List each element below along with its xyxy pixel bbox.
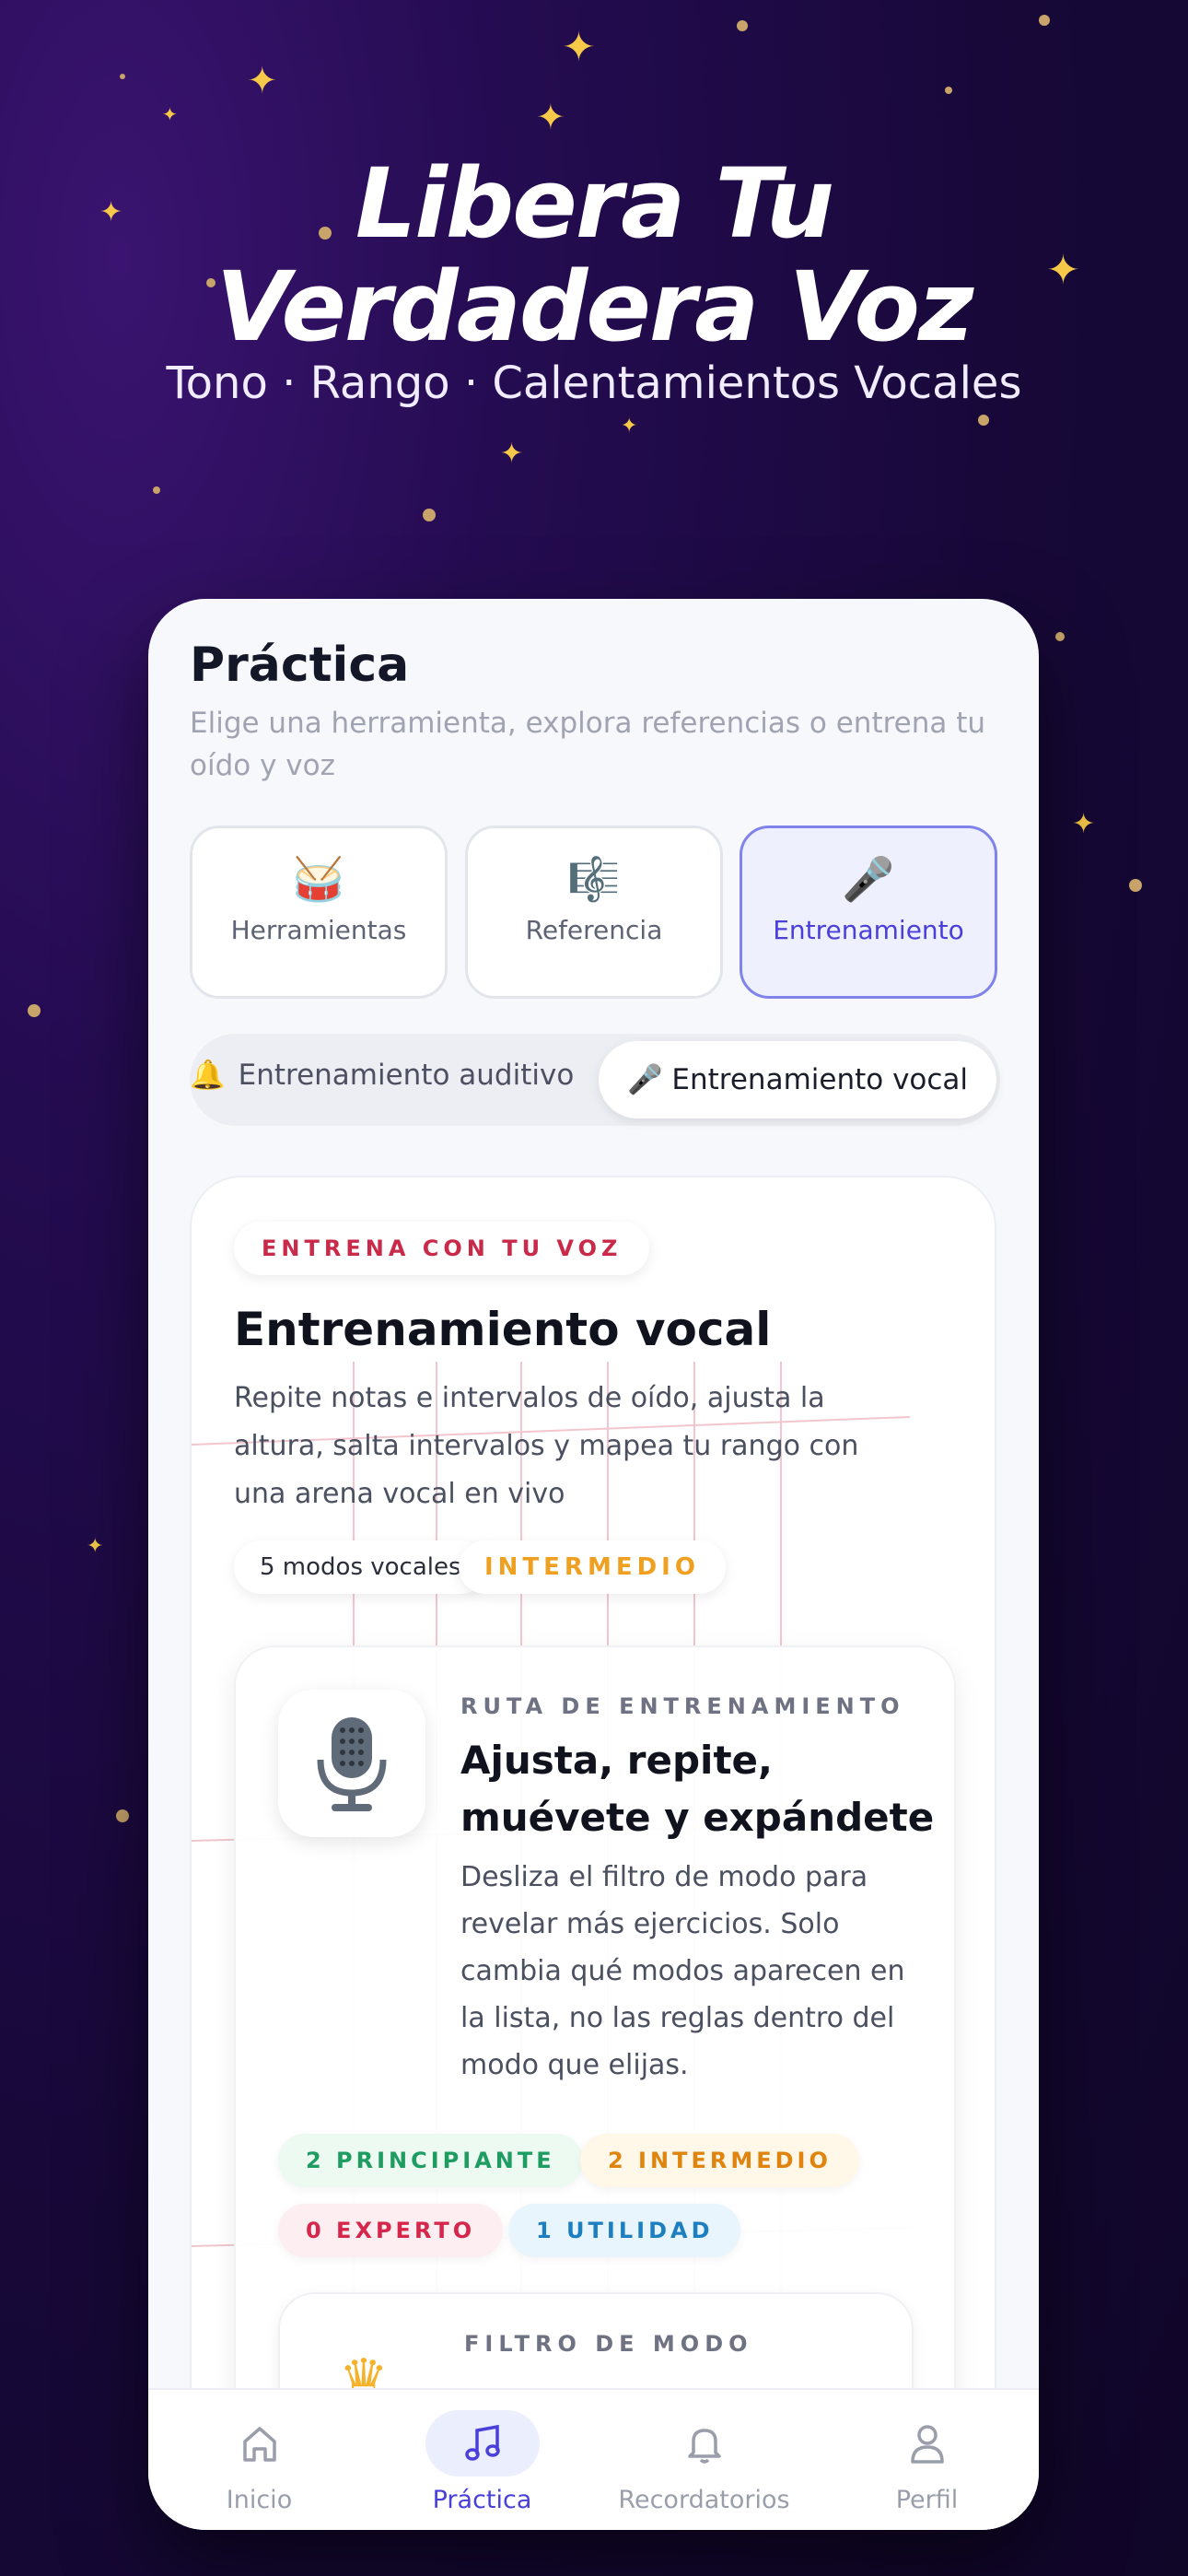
music-note-icon — [425, 2410, 540, 2476]
nav-label: Recordatorios — [618, 2486, 790, 2514]
phone-screen: Práctica Elige una herramienta, explora … — [148, 599, 1039, 2530]
hero-title-line1: Libera Tu — [355, 147, 834, 260]
training-subtabs: 🔔 Entrenamiento auditivo 🎤 Entrenamiento … — [190, 1034, 1000, 1126]
vocal-training-card: ENTRENA CON TU VOZ Entrenamiento vocal R… — [190, 1176, 996, 2530]
subtab-vocal-label: Entrenamiento vocal — [671, 1063, 969, 1096]
modes-count-chip: 5 modos vocales — [234, 1540, 487, 1594]
microphone-icon — [278, 1690, 425, 1837]
card-description: Repite notas e intervalos de oído, ajust… — [234, 1382, 859, 1510]
home-icon — [203, 2410, 317, 2476]
segment-label: Herramientas — [230, 915, 407, 945]
drum-icon: 🥁 — [292, 854, 345, 904]
hero-title-line2: Verdadera Voz — [215, 251, 974, 363]
nav-item-inicio[interactable]: Inicio — [148, 2390, 370, 2530]
path-label: RUTA DE ENTRENAMIENTO — [460, 1693, 905, 1719]
segment-entrenamiento[interactable]: 🎤 Entrenamiento — [740, 825, 997, 999]
microphone-icon: 🎤 — [626, 1063, 672, 1096]
path-description: Desliza el filtro de modo para revelar m… — [460, 1861, 905, 2081]
nav-label: Inicio — [226, 2486, 293, 2514]
hero-subtitle: Tono · Rango · Calentamientos Vocales — [166, 357, 1022, 409]
page-description: Elige una herramienta, explora referenci… — [190, 707, 986, 782]
bell-icon: 🔔 — [190, 1059, 226, 1092]
bell-icon — [647, 2410, 762, 2476]
sheet-music-icon: 🎼 — [567, 854, 621, 904]
microphone-notes-icon: 🎤 — [842, 854, 895, 904]
segment-label: Entrenamiento — [773, 915, 964, 945]
card-title: Entrenamiento vocal — [234, 1303, 772, 1356]
nav-label: Perfil — [895, 2486, 959, 2514]
level-badge-utilidad: 1 UTILIDAD — [508, 2204, 741, 2257]
page-title: Práctica — [190, 638, 410, 693]
level-badge-experto: 0 EXPERTO — [278, 2204, 504, 2257]
subtab-vocal-training[interactable]: 🎤 Entrenamiento vocal — [599, 1041, 996, 1118]
segment-referencia[interactable]: 🎼 Referencia — [465, 825, 723, 999]
mode-filter-label: FILTRO DE MODO — [464, 2331, 753, 2357]
level-chip: INTERMEDIO — [459, 1540, 726, 1594]
level-badge-intermedio: 2 INTERMEDIO — [580, 2134, 859, 2187]
subtab-ear-training[interactable]: 🔔 Entrenamiento auditivo — [190, 1058, 574, 1092]
user-icon — [870, 2410, 984, 2476]
card-eyebrow-badge: ENTRENA CON TU VOZ — [234, 1222, 650, 1275]
path-title: Ajusta, repite, muévete y expándete — [460, 1738, 935, 1840]
subtab-ear-label: Entrenamiento auditivo — [238, 1059, 575, 1092]
segment-herramientas[interactable]: 🥁 Herramientas — [190, 825, 448, 999]
nav-label: Práctica — [432, 2486, 532, 2514]
segment-label: Referencia — [525, 915, 663, 945]
nav-item-recordatorios[interactable]: Recordatorios — [593, 2390, 815, 2530]
hero-title: Libera Tu Verdadera Voz — [0, 152, 1188, 358]
level-badge-principiante: 2 PRINCIPIANTE — [278, 2134, 583, 2187]
nav-item-practica[interactable]: Práctica — [371, 2390, 593, 2530]
bottom-nav: Inicio Práctica Recordatorios Perfil — [148, 2388, 1039, 2530]
nav-item-perfil[interactable]: Perfil — [816, 2390, 1038, 2530]
